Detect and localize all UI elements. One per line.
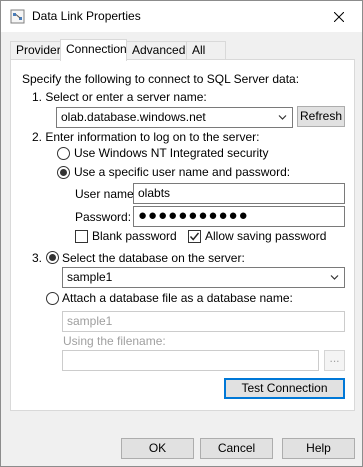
database-value: sample1 bbox=[67, 270, 113, 284]
allow-saving-checkbox[interactable] bbox=[188, 230, 201, 243]
tab-all[interactable]: All bbox=[186, 41, 226, 60]
nt-security-radio[interactable] bbox=[57, 147, 70, 160]
step2-label: 2. Enter information to log on to the se… bbox=[32, 130, 260, 144]
tab-connection[interactable]: Connection bbox=[60, 39, 127, 61]
attach-name-value: sample1 bbox=[67, 314, 113, 328]
help-button[interactable]: Help bbox=[282, 438, 355, 459]
password-input[interactable]: ●●●●●●●●●●● bbox=[133, 206, 345, 227]
attach-db-label[interactable]: Attach a database file as a database nam… bbox=[62, 291, 293, 305]
username-value: olabts bbox=[138, 186, 171, 200]
radio-selected-dot bbox=[60, 169, 67, 176]
refresh-button[interactable]: Refresh bbox=[297, 106, 345, 127]
username-label: User name: bbox=[75, 187, 138, 201]
database-combo[interactable]: sample1 bbox=[62, 267, 345, 288]
dialog-window: Data Link Properties Provider Connection… bbox=[0, 0, 363, 467]
password-label: Password: bbox=[75, 210, 132, 224]
step3-label: 3. bbox=[32, 251, 43, 265]
select-db-radio[interactable] bbox=[46, 251, 59, 264]
server-name-combo[interactable]: olab.database.windows.net bbox=[56, 107, 293, 128]
attach-db-radio[interactable] bbox=[46, 292, 59, 305]
nt-security-label[interactable]: Use Windows NT Integrated security bbox=[74, 146, 269, 160]
attach-name-input[interactable]: sample1 bbox=[62, 311, 345, 332]
chevron-down-icon bbox=[278, 115, 287, 120]
test-connection-button[interactable]: Test Connection bbox=[224, 378, 345, 399]
tab-provider[interactable]: Provider bbox=[10, 41, 61, 60]
close-button[interactable] bbox=[316, 1, 362, 32]
specific-user-radio[interactable] bbox=[57, 166, 70, 179]
username-input[interactable]: olabts bbox=[133, 183, 345, 204]
filename-label: Using the filename: bbox=[63, 334, 166, 348]
checkmark-icon bbox=[189, 232, 200, 241]
cancel-button[interactable]: Cancel bbox=[200, 438, 273, 459]
server-name-value: olab.database.windows.net bbox=[61, 110, 206, 124]
close-icon bbox=[334, 11, 344, 22]
blank-password-label[interactable]: Blank password bbox=[92, 229, 177, 243]
select-db-label[interactable]: Select the database on the server: bbox=[62, 251, 245, 265]
specific-user-label[interactable]: Use a specific user name and password: bbox=[74, 165, 290, 179]
title-bar: Data Link Properties bbox=[1, 1, 362, 32]
chevron-down-icon bbox=[330, 275, 339, 280]
browse-button[interactable]: ... bbox=[324, 350, 345, 371]
intro-text: Specify the following to connect to SQL … bbox=[22, 72, 300, 86]
blank-password-checkbox[interactable] bbox=[75, 230, 88, 243]
connection-panel: Specify the following to connect to SQL … bbox=[10, 59, 355, 411]
allow-saving-label[interactable]: Allow saving password bbox=[205, 229, 326, 243]
tab-strip: Provider Connection Advanced All bbox=[1, 39, 362, 61]
step1-label: 1. Select or enter a server name: bbox=[32, 90, 207, 104]
data-link-icon bbox=[10, 9, 25, 24]
ok-button[interactable]: OK bbox=[121, 438, 194, 459]
password-value: ●●●●●●●●●●● bbox=[138, 207, 249, 224]
window-title: Data Link Properties bbox=[32, 9, 141, 23]
filename-input[interactable] bbox=[62, 350, 319, 371]
radio-selected-dot bbox=[49, 254, 56, 261]
tab-advanced[interactable]: Advanced bbox=[126, 41, 187, 60]
